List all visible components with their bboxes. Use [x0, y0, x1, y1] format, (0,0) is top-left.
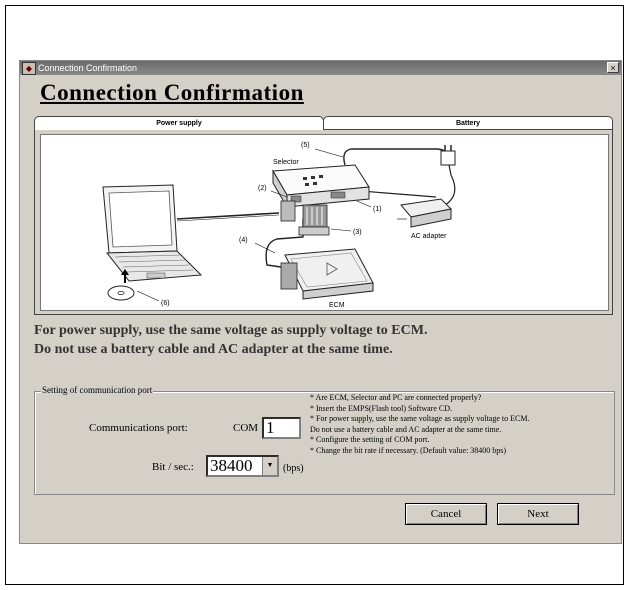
connection-diagram: (5) Selector (2) (1) (3) AC adapter (4) …: [40, 134, 609, 311]
laptop-illustration: [102, 184, 203, 282]
connection-diagram-svg: (5) Selector (2) (1) (3) AC adapter (4) …: [102, 142, 456, 309]
selector-box: [272, 164, 370, 236]
info-line-2: Do not use a battery cable and AC adapte…: [34, 342, 393, 357]
tab-battery[interactable]: Battery: [323, 116, 613, 129]
callout-4: (4): [239, 237, 248, 244]
label-ac-adapter: AC adapter: [411, 233, 447, 240]
close-button[interactable]: ×: [607, 62, 619, 73]
callout-3: (3): [353, 229, 362, 236]
tab-panel: (5) Selector (2) (1) (3) AC adapter (4) …: [34, 129, 613, 315]
instructions: * Are ECM, Selector and PC are connected…: [310, 393, 612, 456]
dropdown-arrow-icon[interactable]: ▼: [262, 457, 277, 475]
callout-6: (6): [161, 300, 170, 307]
note-line: * Are ECM, Selector and PC are connected…: [310, 393, 482, 402]
callout-1: (1): [373, 206, 382, 213]
ac-adapter-illustration: [400, 145, 456, 228]
tab-power-supply[interactable]: Power supply: [34, 116, 324, 130]
next-button[interactable]: Next: [497, 503, 579, 525]
note-line: * Insert the EMPS(Flash tool) Software C…: [310, 403, 452, 413]
group-title: Setting of communication port: [41, 385, 154, 395]
note-line: Do not use a battery cable and AC adapte…: [310, 424, 502, 434]
note-line: * Change the bit rate if necessary. (Def…: [310, 445, 507, 455]
note-line: * Configure the setting of COM port.: [310, 435, 430, 444]
cancel-button[interactable]: Cancel: [405, 503, 487, 525]
note-line: * For power supply, use the same voltage…: [310, 414, 530, 423]
bit-rate-value: 38400: [210, 456, 253, 475]
bit-rate-unit: (bps): [283, 463, 304, 474]
page-title: Connection Confirmation: [40, 80, 304, 105]
com-prefix-label: COM: [233, 422, 259, 434]
communications-port-label: Communications port:: [89, 422, 188, 434]
ecm-illustration: [280, 248, 374, 300]
bit-rate-select[interactable]: 38400 ▼: [206, 455, 279, 477]
comm-port-group: Setting of communication port Communicat…: [34, 385, 615, 495]
bit-rate-label: Bit / sec.:: [152, 461, 194, 473]
callout-2: (2): [258, 185, 267, 192]
title-bar[interactable]: ◆ Connection Confirmation ×: [20, 61, 621, 75]
info-line-1: For power supply, use the same voltage a…: [34, 323, 428, 338]
label-ecm: ECM: [329, 302, 345, 309]
app-icon: ◆: [22, 62, 36, 75]
callout-5: (5): [301, 142, 310, 149]
connection-dialog: ◆ Connection Confirmation × Connection C…: [19, 60, 622, 544]
window-title: Connection Confirmation: [38, 63, 138, 73]
label-selector: Selector: [273, 159, 299, 166]
com-port-input[interactable]: 1: [262, 417, 301, 439]
